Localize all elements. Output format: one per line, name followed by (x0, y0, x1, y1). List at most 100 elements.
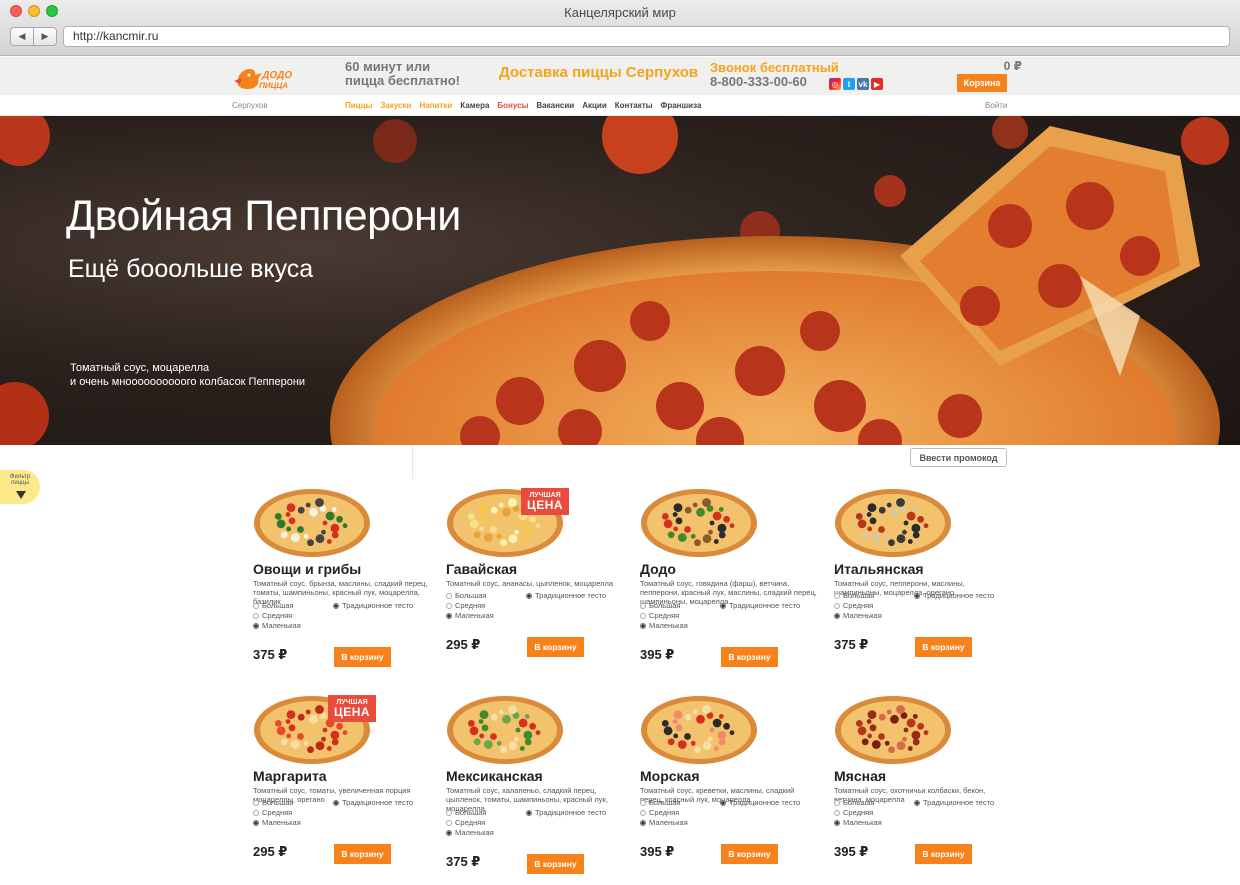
dough-option[interactable]: Традиционное тесто (720, 601, 800, 610)
pizza-image[interactable] (446, 695, 564, 765)
vk-icon[interactable]: vk (857, 78, 869, 90)
dough-option[interactable]: Традиционное тесто (720, 798, 800, 807)
radio-button[interactable] (253, 613, 259, 619)
product-name[interactable]: Мексиканская (446, 768, 543, 784)
radio-button[interactable] (834, 800, 840, 806)
radio-button[interactable] (834, 603, 840, 609)
radio-button[interactable] (640, 613, 646, 619)
add-to-cart-button[interactable]: В корзину (721, 647, 778, 667)
dough-option[interactable]: Традиционное тесто (526, 808, 606, 817)
radio-button[interactable] (253, 810, 259, 816)
add-to-cart-button[interactable]: В корзину (527, 637, 584, 657)
nav-item-drinks[interactable]: Напитки (419, 101, 452, 110)
size-medium-option[interactable]: Средняя (253, 808, 301, 818)
phone-number[interactable]: 8-800-333-00-60 (710, 74, 807, 89)
add-to-cart-button[interactable]: В корзину (915, 844, 972, 864)
size-medium-option[interactable]: Средняя (253, 611, 301, 621)
product-name[interactable]: Овощи и грибы (253, 561, 361, 577)
size-large-option[interactable]: Большая (834, 591, 882, 601)
size-large-option[interactable]: Большая (446, 591, 494, 601)
dough-option[interactable]: Традиционное тесто (333, 798, 413, 807)
size-medium-option[interactable]: Средняя (446, 818, 494, 828)
radio-button[interactable] (333, 799, 339, 806)
add-to-cart-button[interactable]: В корзину (915, 637, 972, 657)
filter-icon[interactable] (16, 491, 26, 499)
twitter-icon[interactable]: t (843, 78, 855, 90)
radio-button[interactable] (253, 820, 259, 826)
nav-item-pizza[interactable]: Пиццы (345, 101, 372, 110)
size-medium-option[interactable]: Средняя (640, 611, 688, 621)
radio-button[interactable] (446, 603, 452, 609)
dough-option[interactable]: Традиционное тесто (914, 591, 994, 600)
radio-button[interactable] (333, 602, 339, 609)
product-name[interactable]: Итальянская (834, 561, 924, 577)
product-name[interactable]: Гавайская (446, 561, 517, 577)
size-large-option[interactable]: Большая (834, 798, 882, 808)
promo-code-button[interactable]: Ввести промокод (910, 448, 1007, 467)
size-small-option[interactable]: Маленькая (834, 611, 882, 621)
radio-button[interactable] (720, 799, 726, 806)
radio-button[interactable] (640, 820, 646, 826)
city-selector[interactable]: Серпухов (232, 101, 268, 110)
nav-item-snacks[interactable]: Закуски (380, 101, 411, 110)
size-small-option[interactable]: Маленькая (640, 621, 688, 631)
dodo-logo[interactable]: ДОДО ПИЦЦА (232, 63, 302, 93)
nav-item-promos[interactable]: Акции (582, 101, 607, 110)
radio-button[interactable] (834, 810, 840, 816)
radio-button[interactable] (640, 623, 646, 629)
radio-button[interactable] (640, 603, 646, 609)
radio-button[interactable] (834, 593, 840, 599)
radio-button[interactable] (446, 593, 452, 599)
size-medium-option[interactable]: Средняя (834, 808, 882, 818)
product-name[interactable]: Маргарита (253, 768, 327, 784)
size-small-option[interactable]: Маленькая (446, 828, 494, 838)
radio-button[interactable] (253, 603, 259, 609)
size-small-option[interactable]: Маленькая (446, 611, 494, 621)
youtube-icon[interactable]: ▶ (871, 78, 883, 90)
pizza-image[interactable] (640, 695, 758, 765)
forward-button[interactable]: ▶ (33, 28, 56, 45)
nav-item-jobs[interactable]: Вакансии (536, 101, 574, 110)
radio-button[interactable] (253, 800, 259, 806)
size-large-option[interactable]: Большая (640, 798, 688, 808)
radio-button[interactable] (640, 800, 646, 806)
size-small-option[interactable]: Маленькая (834, 818, 882, 828)
product-name[interactable]: Мясная (834, 768, 886, 784)
pizza-image[interactable] (640, 488, 758, 558)
cart-button[interactable]: Корзина (957, 74, 1007, 92)
radio-button[interactable] (253, 623, 259, 629)
size-medium-option[interactable]: Средняя (834, 601, 882, 611)
size-large-option[interactable]: Большая (640, 601, 688, 611)
size-small-option[interactable]: Маленькая (253, 621, 301, 631)
nav-item-contacts[interactable]: Контакты (615, 101, 653, 110)
size-large-option[interactable]: Большая (253, 798, 301, 808)
pizza-image[interactable] (834, 695, 952, 765)
radio-button[interactable] (834, 613, 840, 619)
product-name[interactable]: Морская (640, 768, 700, 784)
radio-button[interactable] (914, 592, 920, 599)
login-link[interactable]: Войти (985, 101, 1007, 110)
radio-button[interactable] (526, 592, 532, 599)
size-small-option[interactable]: Маленькая (253, 818, 301, 828)
product-name[interactable]: Додо (640, 561, 676, 577)
size-large-option[interactable]: Большая (253, 601, 301, 611)
address-bar[interactable]: http://kancmir.ru (63, 26, 1230, 47)
nav-item-bonuses[interactable]: Бонусы (497, 101, 528, 110)
size-medium-option[interactable]: Средняя (446, 601, 494, 611)
radio-button[interactable] (446, 830, 452, 836)
pizza-image[interactable] (253, 488, 371, 558)
radio-button[interactable] (446, 820, 452, 826)
radio-button[interactable] (914, 799, 920, 806)
add-to-cart-button[interactable]: В корзину (721, 844, 778, 864)
size-small-option[interactable]: Маленькая (640, 818, 688, 828)
radio-button[interactable] (640, 810, 646, 816)
dough-option[interactable]: Традиционное тесто (333, 601, 413, 610)
radio-button[interactable] (446, 613, 452, 619)
radio-button[interactable] (526, 809, 532, 816)
add-to-cart-button[interactable]: В корзину (334, 844, 391, 864)
dough-option[interactable]: Традиционное тесто (526, 591, 606, 600)
nav-item-franchise[interactable]: Франшиза (660, 101, 701, 110)
size-large-option[interactable]: Большая (446, 808, 494, 818)
dough-option[interactable]: Традиционное тесто (914, 798, 994, 807)
add-to-cart-button[interactable]: В корзину (334, 647, 391, 667)
